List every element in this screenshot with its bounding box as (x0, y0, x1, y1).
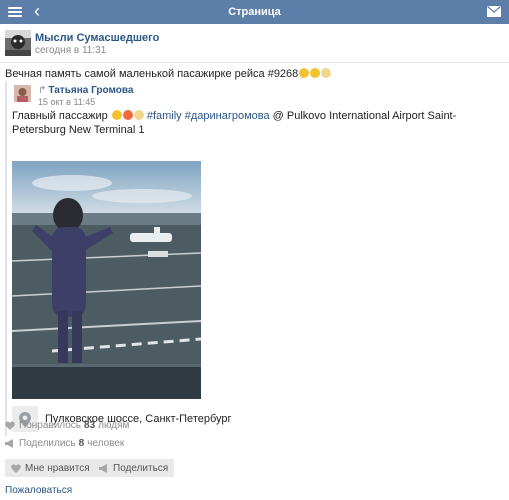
report-link[interactable]: Пожаловаться (5, 485, 72, 496)
megaphone-icon (99, 463, 109, 473)
heart-icon (11, 464, 21, 473)
likes-suffix: людям (98, 420, 130, 431)
page-title: Страница (228, 6, 281, 18)
share-button[interactable]: Поделиться (93, 459, 175, 477)
header-divider (0, 62, 509, 63)
smile-emoji-icon (111, 110, 122, 120)
repost-text: Главный пассажир #family #даринагромова … (12, 109, 504, 137)
likes-count: 83 (84, 420, 96, 431)
wall-post: Мысли Сумасшедшего сегодня в 11:31 Вечна… (0, 24, 509, 500)
like-button-label: Мне нравится (25, 462, 90, 474)
post-text-content: Вечная память самой маленькой пасажирке … (5, 68, 299, 80)
repost-photo[interactable] (12, 161, 201, 399)
megaphone-icon (5, 439, 16, 448)
repost-text-prefix: Главный пассажир (12, 110, 111, 122)
back-chevron-icon[interactable]: ‹ (34, 1, 40, 22)
like-button[interactable]: Мне нравится (5, 459, 96, 477)
mail-icon[interactable] (487, 6, 501, 17)
shares-count: 8 (78, 438, 85, 449)
shares-label: Поделились (19, 438, 76, 449)
heart-icon (5, 421, 16, 430)
shares-suffix: человек (87, 438, 125, 449)
share-button-label: Поделиться (113, 462, 169, 474)
post-time: сегодня в 11:31 (35, 45, 107, 56)
repost-author-link[interactable]: ↱ Татьяна Громова (38, 85, 133, 96)
repost-hashtags[interactable]: #family #даринагромова (147, 110, 270, 122)
grin-emoji-icon (299, 68, 310, 78)
top-bar: ‹ Страница (0, 0, 509, 24)
repost-icon: ↱ (38, 85, 47, 96)
repost-block: ↱ Татьяна Громова 15 окт в 11:45 Главный … (5, 81, 507, 436)
post-text: Вечная память самой маленькой пасажирке … (5, 68, 332, 80)
angel-emoji-icon (133, 110, 144, 120)
repost-author-avatar[interactable] (14, 85, 31, 102)
menu-icon[interactable] (8, 5, 22, 19)
grin-emoji-icon (310, 68, 321, 78)
heart-eyes-emoji-icon (122, 110, 133, 120)
repost-author-name: Татьяна Громова (48, 85, 134, 96)
likes-label: Понравилось (19, 420, 82, 431)
angel-emoji-icon (321, 68, 332, 78)
repost-time: 15 окт в 11:45 (38, 97, 96, 107)
author-avatar[interactable] (5, 30, 31, 56)
shares-stat[interactable]: Поделились 8 человек (5, 438, 124, 449)
likes-stat[interactable]: Понравилось 83 людям (5, 420, 129, 431)
post-author-link[interactable]: Мысли Сумасшедшего (35, 32, 159, 44)
